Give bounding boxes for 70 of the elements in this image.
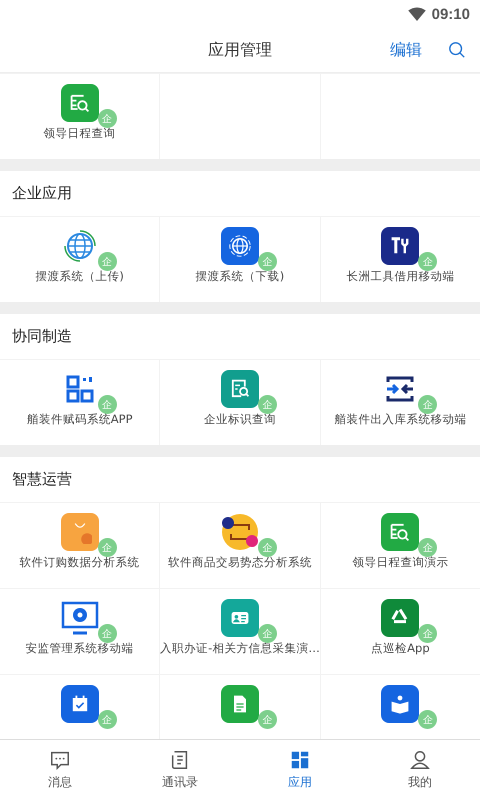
- enterprise-badge: 企: [418, 252, 438, 271]
- app-label: 摆渡系统（下载): [196, 269, 284, 284]
- monitor-gear-icon: [60, 599, 99, 637]
- enterprise-badge: 企: [258, 710, 277, 729]
- enterprise-badge: 企: [418, 395, 438, 414]
- enterprise-badge: 企: [418, 538, 438, 557]
- app-icon: [60, 685, 99, 723]
- app-tile[interactable]: 企 领导日程查询: [0, 74, 160, 159]
- app-tile[interactable]: 企 艏装件赋码系统APP: [0, 360, 160, 445]
- wifi-icon: [408, 7, 426, 21]
- nav-tab[interactable]: 应用: [240, 740, 360, 800]
- app-label: 入职办证-相关方信息采集演…: [160, 641, 320, 656]
- app-label: 艏装件出入库系统移动端: [334, 412, 466, 427]
- enterprise-badge: 企: [98, 538, 117, 557]
- enterprise-badge: 企: [258, 395, 277, 414]
- app-label: 艏装件赋码系统APP: [26, 412, 133, 427]
- app-icon: [60, 84, 99, 122]
- person-icon: [409, 749, 431, 771]
- app-label: 企业标识查询: [204, 412, 276, 427]
- app-icon: [220, 370, 259, 408]
- chat-icon: [49, 749, 71, 771]
- app-tile[interactable]: 企 软件商品交易势态分析系统: [160, 503, 320, 588]
- app-label: 领导日程查询演示: [352, 555, 448, 570]
- section-title: 协同制造: [11, 326, 73, 347]
- app-label: 软件商品交易势态分析系统: [168, 555, 312, 570]
- nav-tab[interactable]: 通讯录: [120, 740, 240, 800]
- app-tile[interactable]: 企 摆渡系统（上传): [0, 217, 160, 302]
- app-label: 点巡检App: [371, 641, 430, 656]
- edit-button[interactable]: 编辑: [386, 38, 426, 62]
- app-tile[interactable]: 企 摆渡系统（下载): [160, 217, 320, 302]
- app-tile[interactable]: 企 长洲工具借用移动端: [320, 217, 480, 302]
- app-tile[interactable]: 企 点巡检App: [320, 589, 480, 674]
- enterprise-badge: 企: [418, 710, 438, 729]
- section-title: 智慧运营: [11, 469, 73, 490]
- enterprise-badge: 企: [258, 624, 277, 643]
- exchange-ab-icon: [221, 513, 259, 551]
- app-label: 摆渡系统（上传): [35, 269, 124, 284]
- search-icon[interactable]: [448, 41, 466, 59]
- app-tile[interactable]: 企 艏装件出入库系统移动端: [320, 360, 480, 445]
- app-label: 软件订购数据分析系统: [20, 555, 140, 570]
- enterprise-badge: 企: [98, 252, 117, 271]
- status-time: 09:10: [432, 6, 470, 22]
- enterprise-badge: 企: [98, 109, 117, 128]
- app-tile[interactable]: 企 企业标识查询: [160, 360, 320, 445]
- enterprise-badge: 企: [98, 710, 117, 729]
- enterprise-badge: 企: [258, 252, 277, 271]
- app-icon: [220, 227, 259, 265]
- page-title: 应用管理: [208, 40, 272, 60]
- enterprise-badge: 企: [98, 395, 117, 414]
- enterprise-badge: 企: [418, 624, 438, 643]
- app-icon: [381, 227, 420, 265]
- app-label: 安监管理系统移动端: [26, 641, 134, 656]
- enterprise-badge: 企: [258, 538, 277, 557]
- app-icon: [381, 513, 420, 551]
- nav-tab[interactable]: 消息: [0, 740, 120, 800]
- app-label: 领导日程查询: [44, 126, 116, 141]
- app-icon: [221, 599, 259, 637]
- section-title: 企业应用: [11, 183, 73, 204]
- enterprise-badge: 企: [98, 624, 117, 643]
- app-label: 长洲工具借用移动端: [346, 269, 454, 284]
- app-tile[interactable]: 企 入职办证-相关方信息采集演…: [160, 589, 320, 674]
- nav-tab[interactable]: 我的: [360, 740, 480, 800]
- app-icon: [381, 599, 420, 637]
- grid-icon: [289, 749, 311, 771]
- app-tile[interactable]: 企 软件订购数据分析系统: [0, 503, 160, 588]
- app-tile[interactable]: 企 领导日程查询演示: [320, 503, 480, 588]
- app-icon: [221, 685, 259, 723]
- app-icon: [381, 685, 420, 723]
- app-tile[interactable]: 企 安监管理系统移动端: [0, 589, 160, 674]
- app-icon: [60, 513, 99, 551]
